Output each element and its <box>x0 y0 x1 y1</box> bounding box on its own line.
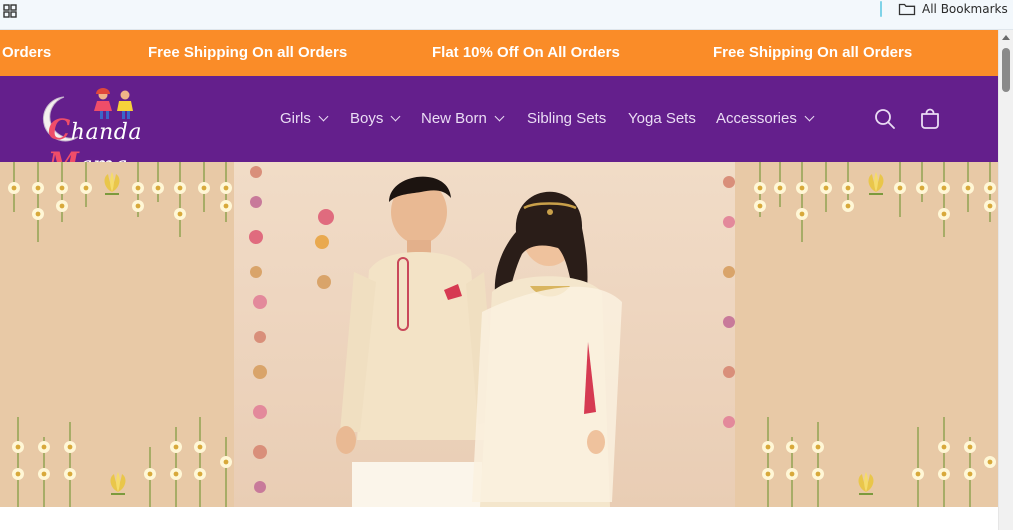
nav-label: Boys <box>350 110 384 127</box>
all-bookmarks-link[interactable]: All Bookmarks <box>922 2 1008 16</box>
chevron-down-icon <box>804 111 815 122</box>
nav-label: Yoga Sets <box>628 110 696 127</box>
scroll-up-arrow-icon[interactable] <box>1002 35 1010 40</box>
children-illustration <box>249 166 735 507</box>
chevron-down-icon <box>318 111 329 122</box>
announcement-message: Flat 10% Off On All Orders <box>432 44 620 61</box>
browser-window: All Bookmarks Orders Free Shipping On al… <box>0 0 1013 530</box>
announcement-bar: Orders Free Shipping On all Orders Flat … <box>0 30 998 76</box>
nav-boys[interactable]: Boys <box>350 110 401 127</box>
nav-label: New Born <box>421 110 487 127</box>
nav-label: Girls <box>280 110 311 127</box>
hero-bottom-spacer <box>0 507 998 530</box>
nav-accessories[interactable]: Accessories <box>716 110 815 127</box>
nav-label: Sibling Sets <box>527 110 607 127</box>
bookmarks-separator <box>880 1 882 17</box>
folder-icon[interactable] <box>898 2 916 16</box>
apps-grid-icon[interactable] <box>3 4 17 18</box>
nav-new-born[interactable]: New Born <box>421 110 505 127</box>
nav-label: Accessories <box>716 110 797 127</box>
nav-girls[interactable]: Girls <box>280 110 329 127</box>
announcement-message: Free Shipping On all Orders <box>148 44 348 61</box>
scrollbar-thumb[interactable] <box>1002 48 1010 92</box>
site-header: Chanda Mama Girls Boys New Born Sibling … <box>0 76 998 179</box>
announcement-message: Free Shipping On all Orders <box>713 44 913 61</box>
hero-photo <box>234 162 735 507</box>
bookmarks-bar: All Bookmarks <box>0 0 1013 30</box>
nav-yoga-sets[interactable]: Yoga Sets <box>628 110 696 127</box>
hero-banner[interactable] <box>0 162 998 530</box>
chanda-mama-logo[interactable]: Chanda Mama <box>36 87 226 179</box>
nav-sibling-sets[interactable]: Sibling Sets <box>527 110 606 127</box>
chevron-down-icon <box>390 111 401 122</box>
chevron-down-icon <box>494 111 505 122</box>
announcement-message: Orders <box>2 44 52 61</box>
cart-icon[interactable] <box>918 107 942 131</box>
page-scrollbar[interactable] <box>998 30 1013 530</box>
search-icon[interactable] <box>874 108 896 130</box>
website: Orders Free Shipping On all Orders Flat … <box>0 30 998 530</box>
